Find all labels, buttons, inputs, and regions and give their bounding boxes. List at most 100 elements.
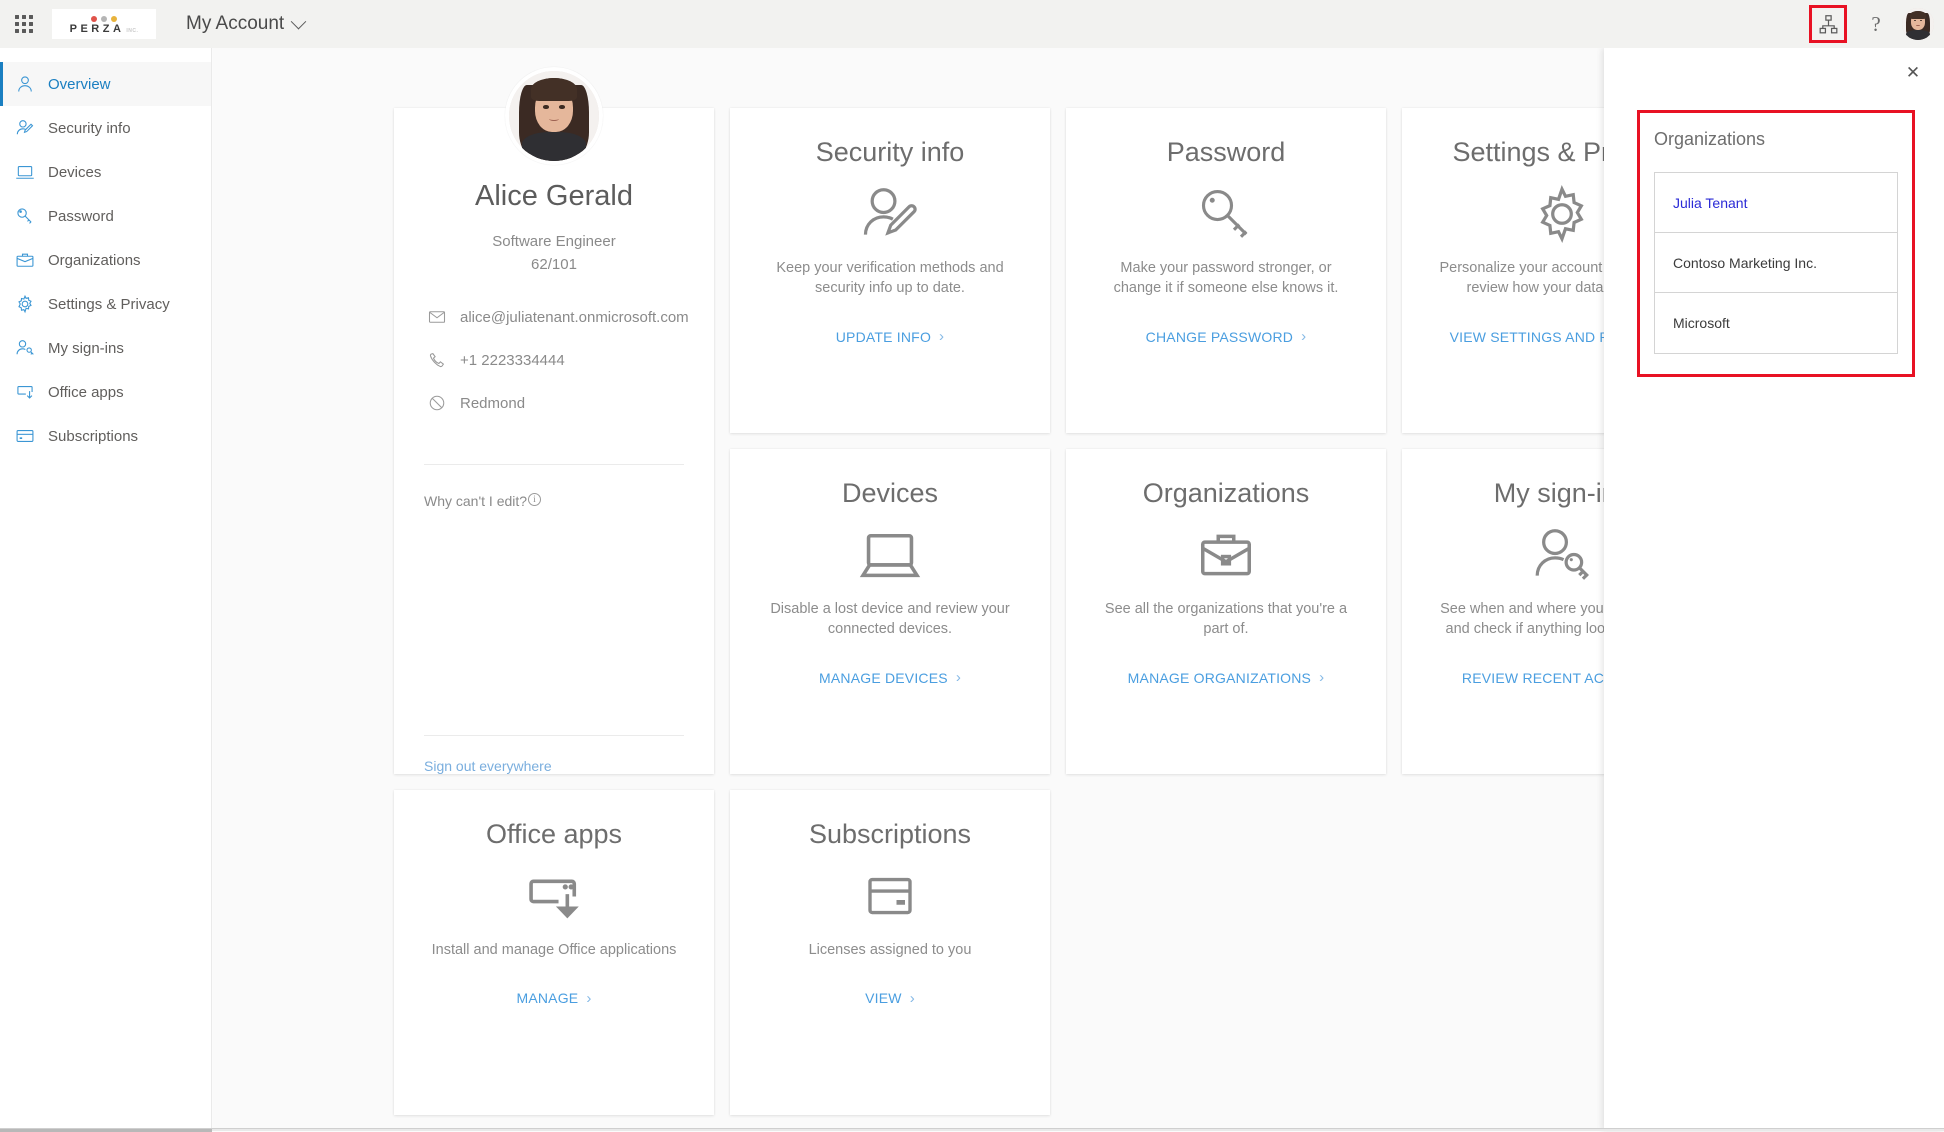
key-icon xyxy=(1193,176,1259,252)
card-title: Subscriptions xyxy=(809,820,971,850)
sidebar-item-label: Password xyxy=(48,208,114,225)
sidebar-item-label: Overview xyxy=(48,76,111,93)
card-title: Office apps xyxy=(486,820,622,850)
briefcase-icon xyxy=(15,250,35,270)
phone-icon xyxy=(428,351,446,369)
card-office-apps: Office apps Install and manage Office ap… xyxy=(394,790,714,1115)
list-item[interactable]: Contoso Marketing Inc. xyxy=(1655,233,1897,293)
why-cant-i-edit-label: Why can't I edit? xyxy=(424,493,527,509)
card-desc: Install and manage Office applications xyxy=(432,940,677,961)
profile-role-block: Software Engineer 62/101 xyxy=(492,231,615,276)
sidebar-item-devices[interactable]: Devices xyxy=(0,150,211,194)
info-icon: i xyxy=(528,493,541,506)
briefcase-icon xyxy=(1195,517,1257,593)
card-icon xyxy=(860,858,920,934)
card-security-info: Security info Keep your verification met… xyxy=(730,108,1050,433)
user-avatar-button[interactable] xyxy=(1902,8,1934,40)
card-desc: Licenses assigned to you xyxy=(809,940,972,961)
card-password: Password Make your password stronger, or… xyxy=(1066,108,1386,433)
profile-phone-row: +1 2223334444 xyxy=(424,351,684,369)
org-hierarchy-icon xyxy=(1818,14,1839,35)
org-switcher-button[interactable] xyxy=(1806,2,1850,46)
sidebar-item-security-info[interactable]: Security info xyxy=(0,106,211,150)
sidebar-item-password[interactable]: Password xyxy=(0,194,211,238)
card-link-label: MANAGE ORGANIZATIONS xyxy=(1128,670,1311,686)
profile-email: alice@juliatenant.onmicrosoft.com xyxy=(460,309,689,326)
sidebar-item-organizations[interactable]: Organizations xyxy=(0,238,211,282)
card-link-label: CHANGE PASSWORD xyxy=(1146,329,1293,345)
card-subscriptions: Subscriptions Licenses assigned to you V… xyxy=(730,790,1050,1115)
profile-card: Alice Gerald Software Engineer 62/101 al… xyxy=(394,108,714,774)
profile-divider-top xyxy=(424,464,684,465)
laptop-icon xyxy=(857,517,923,593)
card-desc: Keep your verification methods and secur… xyxy=(759,258,1021,299)
logo-suffix: INC. xyxy=(126,28,138,34)
card-title: Security info xyxy=(816,138,965,168)
organizations-flyout-panel: ✕ Organizations Julia Tenant Contoso Mar… xyxy=(1604,48,1944,1131)
sidebar-item-label: Organizations xyxy=(48,252,141,269)
profile-location: Redmond xyxy=(460,395,525,412)
list-item[interactable]: Julia Tenant xyxy=(1655,173,1897,233)
card-desc: Disable a lost device and review your co… xyxy=(759,599,1021,640)
sidebar-item-label: My sign-ins xyxy=(48,340,124,357)
laptop-icon xyxy=(15,162,35,182)
card-title: Password xyxy=(1167,138,1286,168)
app-title-menu[interactable]: My Account xyxy=(186,13,304,35)
card-link-update-info[interactable]: UPDATE INFO › xyxy=(836,329,944,345)
sidebar-item-settings-privacy[interactable]: Settings & Privacy xyxy=(0,282,211,326)
chevron-right-icon: › xyxy=(586,991,591,1006)
organizations-panel-title: Organizations xyxy=(1654,129,1898,150)
question-mark-icon: ? xyxy=(1871,14,1880,35)
sign-out-everywhere-link[interactable]: Sign out everywhere xyxy=(424,758,684,774)
profile-details: alice@juliatenant.onmicrosoft.com +1 222… xyxy=(424,308,684,412)
card-link-manage-organizations[interactable]: MANAGE ORGANIZATIONS › xyxy=(1128,670,1325,686)
office-download-icon xyxy=(15,382,35,402)
card-link-manage-office-apps[interactable]: MANAGE › xyxy=(516,990,591,1006)
card-link-manage-devices[interactable]: MANAGE DEVICES › xyxy=(819,670,961,686)
chevron-right-icon: › xyxy=(1301,329,1306,344)
card-title: Devices xyxy=(842,479,938,509)
person-pencil-icon xyxy=(856,176,924,252)
chevron-right-icon: › xyxy=(956,670,961,685)
card-link-label: MANAGE xyxy=(516,990,578,1006)
sidebar-item-my-sign-ins[interactable]: My sign-ins xyxy=(0,326,211,370)
sidebar-item-label: Devices xyxy=(48,164,101,181)
card-icon xyxy=(15,426,35,446)
profile-divider-bottom xyxy=(424,735,684,736)
card-link-label: UPDATE INFO xyxy=(836,329,931,345)
logo-word-text: PERZA xyxy=(70,23,125,35)
help-button[interactable]: ? xyxy=(1854,2,1898,46)
sidebar-item-office-apps[interactable]: Office apps xyxy=(0,370,211,414)
key-icon xyxy=(15,206,35,226)
brand-logo[interactable]: PERZA INC. xyxy=(52,9,156,39)
card-title: Organizations xyxy=(1143,479,1310,509)
avatar-image xyxy=(1902,8,1934,40)
person-key-icon xyxy=(1528,517,1596,593)
sidebar-item-label: Security info xyxy=(48,120,131,137)
card-link-label: MANAGE DEVICES xyxy=(819,670,948,686)
organizations-list: Julia Tenant Contoso Marketing Inc. Micr… xyxy=(1654,172,1898,354)
gear-icon xyxy=(15,294,35,314)
why-cant-i-edit-link[interactable]: Why can't I edit? i xyxy=(424,493,684,509)
left-sidebar: Overview Security info Devices Password … xyxy=(0,48,212,1131)
profile-avatar xyxy=(505,67,603,165)
person-pencil-icon xyxy=(15,118,35,138)
sidebar-item-label: Office apps xyxy=(48,384,124,401)
sidebar-item-subscriptions[interactable]: Subscriptions xyxy=(0,414,211,458)
profile-name: Alice Gerald xyxy=(475,180,633,213)
card-link-label: VIEW xyxy=(865,990,902,1006)
chevron-down-icon xyxy=(291,13,307,29)
close-panel-button[interactable]: ✕ xyxy=(1896,56,1930,90)
card-link-change-password[interactable]: CHANGE PASSWORD › xyxy=(1146,329,1307,345)
card-link-view-subscriptions[interactable]: VIEW › xyxy=(865,990,915,1006)
top-header: PERZA INC. My Account ? xyxy=(0,0,1944,48)
profile-employee-id: 62/101 xyxy=(492,254,615,277)
chevron-right-icon: › xyxy=(1319,670,1324,685)
list-item[interactable]: Microsoft xyxy=(1655,293,1897,353)
app-launcher-button[interactable] xyxy=(0,0,48,48)
profile-email-row: alice@juliatenant.onmicrosoft.com xyxy=(424,308,684,326)
sidebar-item-overview[interactable]: Overview xyxy=(0,62,211,106)
card-desc: See all the organizations that you're a … xyxy=(1095,599,1357,640)
sidebar-item-label: Subscriptions xyxy=(48,428,138,445)
card-desc: Make your password stronger, or change i… xyxy=(1095,258,1357,299)
